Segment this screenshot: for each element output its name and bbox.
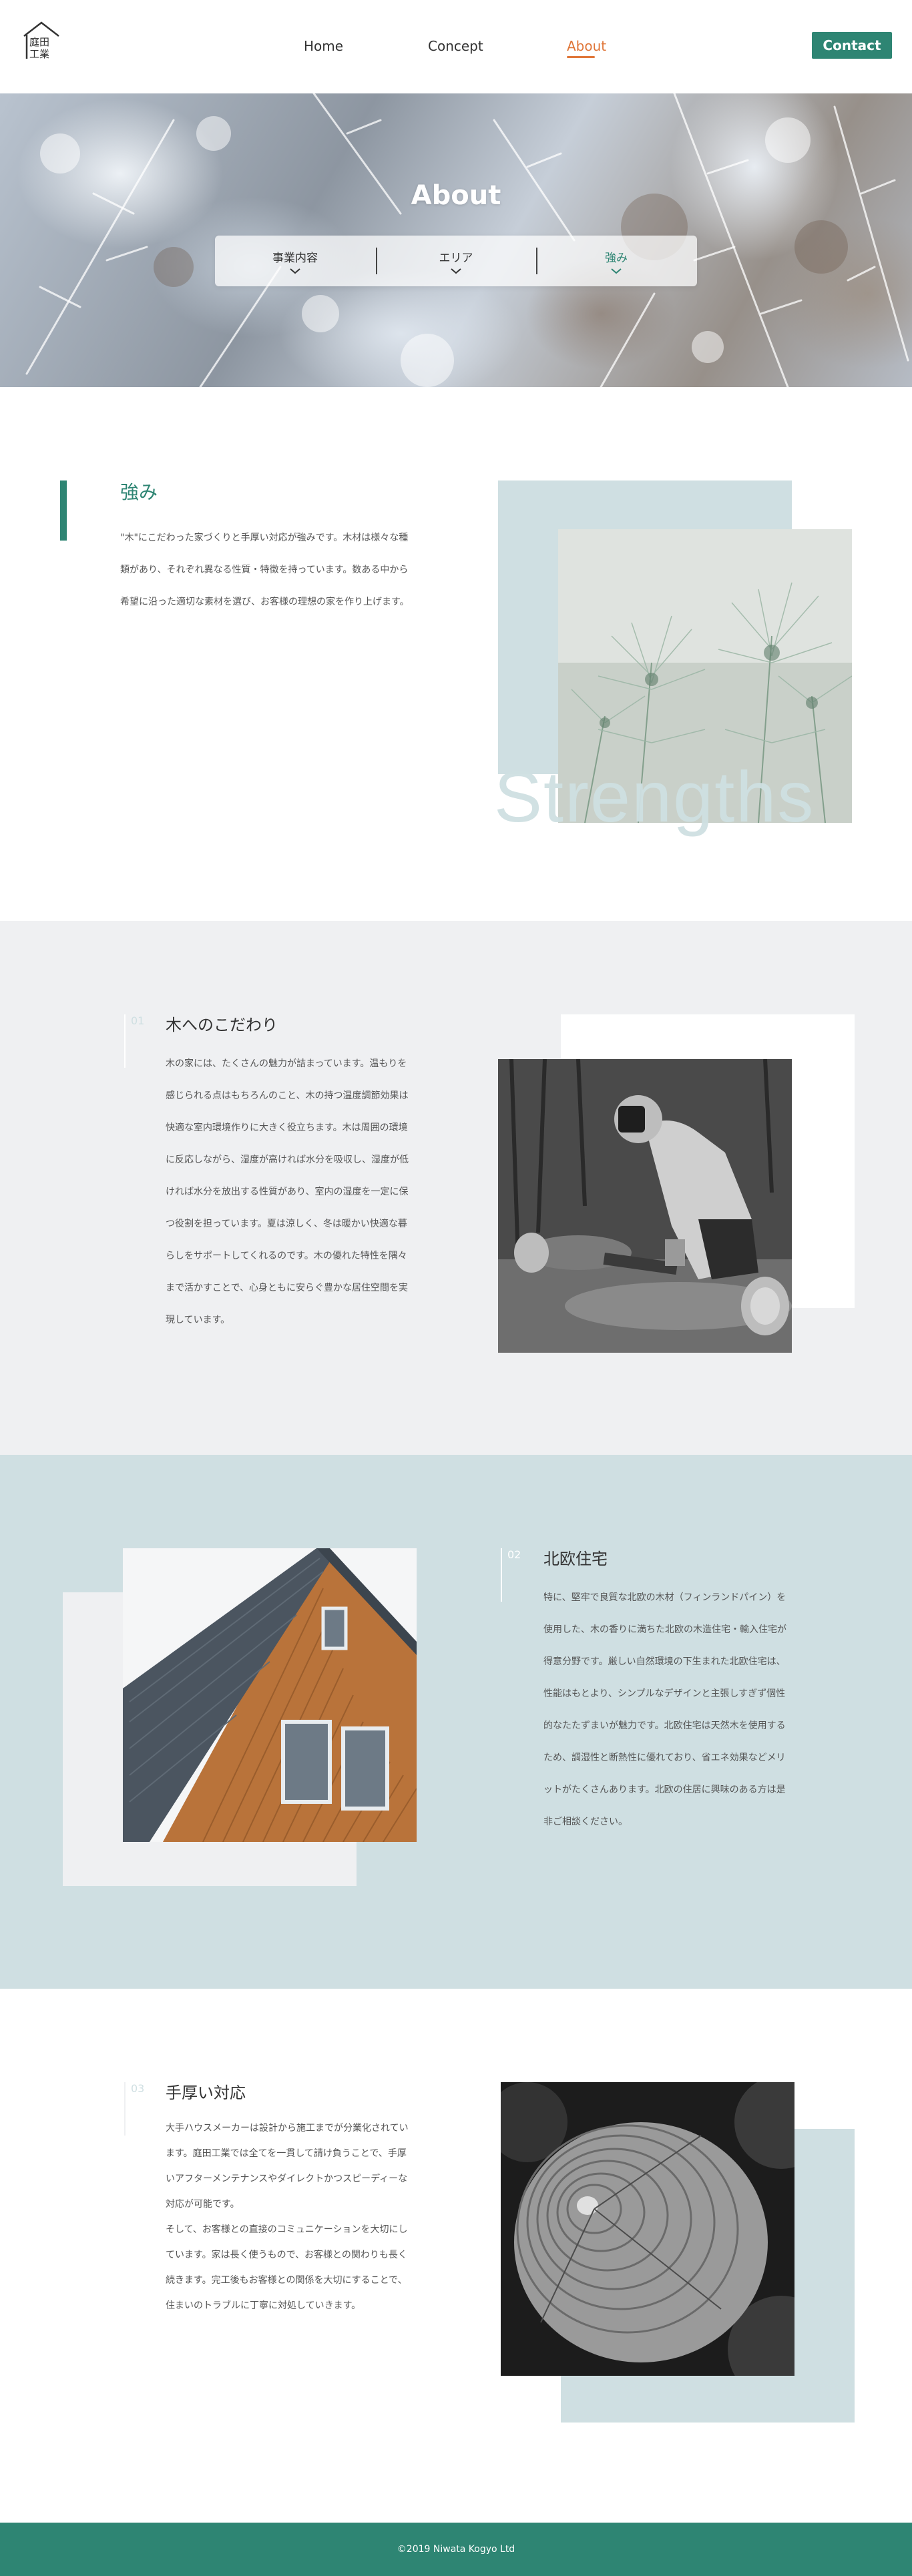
- sub-nav: 事業内容 エリア 強み: [215, 236, 697, 286]
- site-header: 庭田 工業 Home Concept About Contact: [0, 0, 912, 93]
- sub-nav-area[interactable]: エリア: [376, 236, 536, 286]
- section-text: 大手ハウスメーカーは設計から施工までが分業化されています。庭田工業では全てを一貫…: [166, 2123, 409, 2311]
- section-title: 手厚い対応: [166, 2083, 246, 2102]
- strengths-text: "木"にこだわった家づくりと手厚い対応が強みです。木材は様々な種類があり、それぞ…: [120, 533, 409, 607]
- nav-home[interactable]: Home: [304, 38, 343, 54]
- contact-button[interactable]: Contact: [812, 32, 892, 59]
- chevron-down-icon: [451, 268, 461, 274]
- section-number: 03: [131, 2082, 145, 2095]
- logo-text-top: 庭田: [29, 36, 49, 48]
- woodcutter-image: [498, 1059, 792, 1353]
- strengths-decor-word: Strengths: [494, 756, 815, 837]
- strengths-title: 強み: [120, 481, 158, 503]
- copyright-text: ©2019 Niwata Kogyo Ltd: [397, 2544, 515, 2555]
- logo[interactable]: 庭田 工業: [20, 19, 63, 61]
- chevron-down-icon: [290, 268, 300, 274]
- site-footer: ©2019 Niwata Kogyo Ltd: [0, 2523, 912, 2576]
- tree-rings-image: [501, 2082, 794, 2376]
- divider-line: [124, 1014, 126, 1068]
- sub-nav-label: 強み: [605, 251, 628, 265]
- chevron-down-icon: [611, 268, 622, 274]
- section-number: 01: [131, 1014, 145, 1027]
- house-logo-icon: 庭田 工業: [23, 21, 59, 60]
- hero-banner: About 事業内容 エリア 強み: [0, 93, 912, 387]
- sub-nav-strengths[interactable]: 強み: [536, 236, 696, 286]
- log-photo: [501, 2082, 794, 2376]
- house-photo: [123, 1548, 417, 1842]
- accent-bar: [60, 480, 67, 541]
- section-title: 木へのこだわり: [166, 1016, 278, 1034]
- logo-text-bottom: 工業: [29, 48, 49, 60]
- page-title: About: [411, 180, 501, 211]
- nordic-house-image: [123, 1548, 417, 1842]
- nav-concept[interactable]: Concept: [428, 38, 483, 54]
- sub-nav-label: 事業内容: [272, 251, 318, 265]
- nav-active-indicator: [567, 56, 595, 58]
- sub-nav-business[interactable]: 事業内容: [215, 236, 375, 286]
- nav-about[interactable]: About: [567, 38, 606, 54]
- divider-line: [124, 2082, 126, 2136]
- section-number: 02: [507, 1548, 521, 1561]
- sub-nav-label: エリア: [439, 251, 473, 265]
- section-title: 北欧住宅: [543, 1550, 608, 1568]
- section-text: 特に、堅牢で良質な北欧の木材（フィンランドパイン）を使用した、木の香りに満ちた北…: [543, 1592, 786, 1827]
- divider-line: [501, 1548, 502, 1602]
- woodcutter-photo: [498, 1059, 792, 1353]
- section-text: 木の家には、たくさんの魅力が詰まっています。温もりを感じられる点はもちろんのこと…: [166, 1058, 409, 1325]
